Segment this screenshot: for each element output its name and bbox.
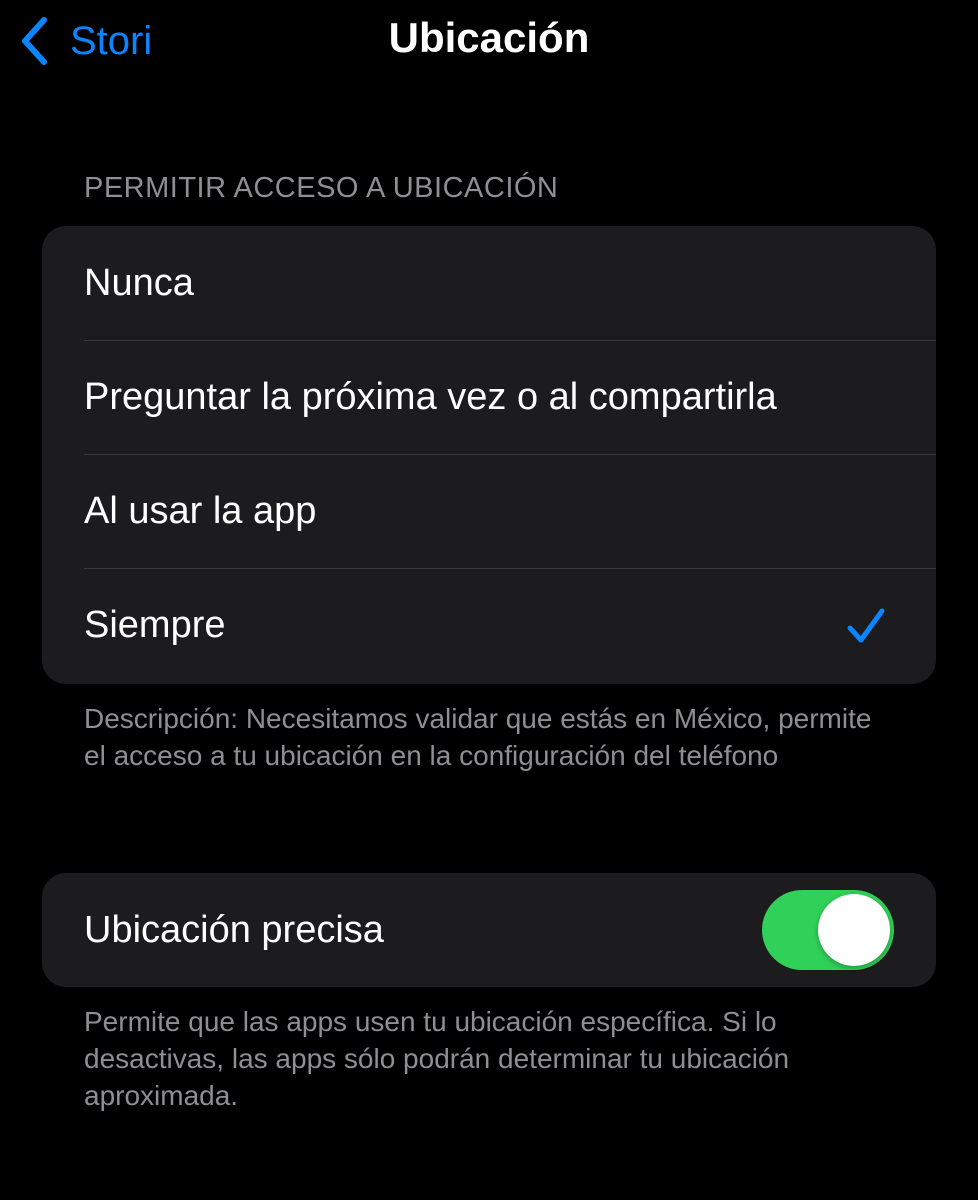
option-al-usar-la-app[interactable]: Al usar la app xyxy=(42,454,936,568)
option-label: Al usar la app xyxy=(84,489,317,532)
access-description: Descripción: Necesitamos validar que est… xyxy=(84,703,872,771)
option-preguntar[interactable]: Preguntar la próxima vez o al compartirl… xyxy=(42,340,936,454)
page-title: Ubicación xyxy=(388,14,590,61)
option-label: Nunca xyxy=(84,261,194,304)
precise-location-toggle[interactable] xyxy=(762,890,894,970)
option-nunca[interactable]: Nunca xyxy=(42,226,936,340)
toggle-knob xyxy=(818,894,890,966)
precise-location-description: Permite que las apps usen tu ubicación e… xyxy=(84,1006,790,1111)
precise-location-label: Ubicación precisa xyxy=(84,908,384,951)
option-siempre[interactable]: Siempre xyxy=(42,568,936,682)
section-header-access: PERMITIR ACCESO A UBICACIÓN xyxy=(84,172,559,204)
option-label: Preguntar la próxima vez o al compartirl… xyxy=(84,375,777,418)
access-options-group: Nunca Preguntar la próxima vez o al comp… xyxy=(42,226,936,684)
option-label: Siempre xyxy=(84,603,226,646)
checkmark-icon xyxy=(846,606,886,651)
precise-location-row: Ubicación precisa xyxy=(42,873,936,987)
navigation-bar: Stori Ubicación xyxy=(0,0,978,84)
precise-location-group: Ubicación precisa xyxy=(42,873,936,987)
